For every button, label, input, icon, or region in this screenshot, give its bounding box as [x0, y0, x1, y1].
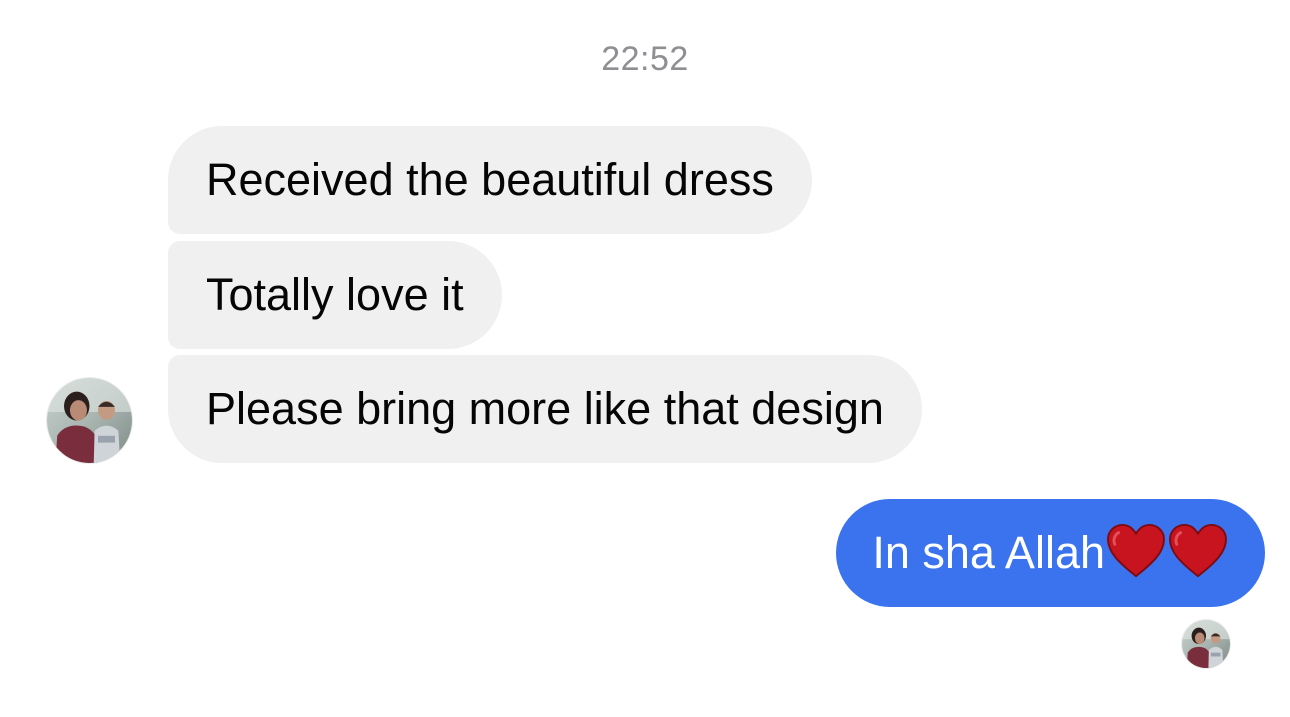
read-receipt-avatar — [1182, 620, 1230, 668]
incoming-message-bubble[interactable]: Please bring more like that design — [168, 355, 922, 463]
message-text: Received the beautiful dress — [206, 154, 774, 205]
message-text: In sha Allah — [872, 527, 1105, 578]
read-receipt-avatar-photo-icon — [1182, 620, 1230, 668]
red-heart-icon — [1107, 524, 1165, 578]
contact-avatar[interactable] — [47, 378, 132, 463]
incoming-message-bubble[interactable]: Totally love it — [168, 241, 502, 349]
message-text: Totally love it — [206, 269, 464, 320]
incoming-message-bubble[interactable]: Received the beautiful dress — [168, 126, 812, 234]
message-text: Please bring more like that design — [206, 383, 884, 434]
message-timestamp: 22:52 — [601, 40, 689, 78]
outgoing-message-bubble[interactable]: In sha Allah — [836, 499, 1265, 607]
contact-avatar-photo-icon — [47, 378, 132, 463]
red-heart-icon — [1169, 524, 1227, 578]
